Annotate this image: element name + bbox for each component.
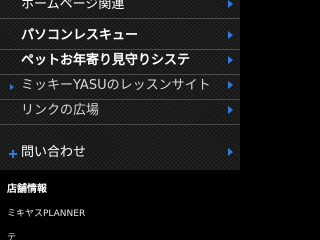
chevron-right-icon [228, 31, 233, 39]
menu-item-homepage[interactable]: ホームページ関連 [0, 0, 240, 19]
menu-item-label: ホームページ関連 [21, 0, 125, 12]
plus-icon [8, 149, 18, 159]
chevron-right-icon [228, 106, 233, 114]
menu-item-label: ミッキーYASUのレッスンサイト [21, 78, 211, 93]
menu-item-links[interactable]: リンクの広場 [0, 100, 240, 125]
shop-name: ミキヤスPLANNER [7, 209, 86, 219]
bullet-icon [10, 84, 14, 90]
navigation-menu: ホームページ関連 パソコンレスキュー ペットお年寄り見守りシステ ミッキーYAS… [0, 0, 240, 170]
menu-item-label: ペットお年寄り見守りシステ [21, 53, 191, 68]
menu-item-contact[interactable]: 問い合わせ [0, 142, 240, 167]
shop-info-heading: 店舗情報 [7, 184, 47, 195]
chevron-right-icon [228, 56, 233, 64]
menu-item-label: リンクの広場 [21, 103, 100, 118]
menu-item-pet-elderly-watch[interactable]: ペットお年寄り見守りシステ [0, 50, 240, 75]
chevron-right-icon [228, 0, 233, 8]
menu-item-pc-rescue[interactable]: パソコンレスキュー [0, 25, 240, 50]
menu-item-lesson-site[interactable]: ミッキーYASUのレッスンサイト [0, 75, 240, 100]
shop-info-partial-line: テ [7, 233, 17, 240]
menu-item-label: 問い合わせ [21, 145, 87, 160]
menu-item-label: パソコンレスキュー [21, 28, 139, 43]
chevron-right-icon [228, 81, 233, 89]
mobile-page: ホームページ関連 パソコンレスキュー ペットお年寄り見守りシステ ミッキーYAS… [0, 0, 240, 240]
chevron-right-icon [228, 148, 233, 156]
